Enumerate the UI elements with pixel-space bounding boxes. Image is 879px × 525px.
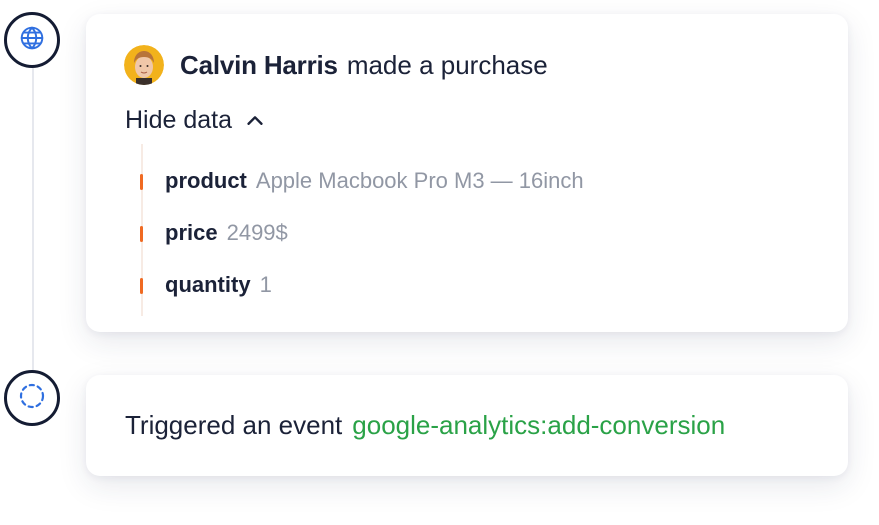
data-item-price: price 2499$ [138,218,288,248]
data-item-product: product Apple Macbook Pro M3 — 16inch [138,166,584,196]
purchase-header: Calvin Harris made a purchase [124,44,548,86]
event-row: Triggered an event google-analytics:add-… [125,405,725,445]
hide-data-label: Hide data [125,106,233,134]
data-value: 2499$ [226,220,288,245]
data-item-quantity: quantity 1 [138,270,272,300]
timeline-line [32,66,34,376]
hide-data-toggle[interactable]: Hide data [125,106,266,135]
event-card: Triggered an event google-analytics:add-… [86,375,848,476]
activity-timeline: Calvin Harris made a purchase Hide data … [0,0,879,525]
chevron-up-icon [244,110,266,132]
purchase-card: Calvin Harris made a purchase Hide data … [86,14,848,332]
data-key: price [165,220,218,245]
avatar[interactable] [124,45,164,85]
timeline-node-purchase [4,12,60,68]
data-marker [140,174,143,190]
timeline-node-event [4,370,60,426]
globe-icon [19,25,45,56]
action-text: made a purchase [346,49,548,80]
data-marker [140,278,143,294]
event-name-link[interactable]: google-analytics:add-conversion [352,410,725,441]
event-text: Triggered an event [125,409,343,440]
user-name[interactable]: Calvin Harris [180,50,338,81]
data-key: quantity [165,272,251,297]
data-value: Apple Macbook Pro M3 — 16inch [255,168,584,193]
data-value: 1 [259,272,272,297]
dashed-circle-icon [18,382,46,415]
data-key: product [165,168,247,193]
data-marker [140,226,143,242]
